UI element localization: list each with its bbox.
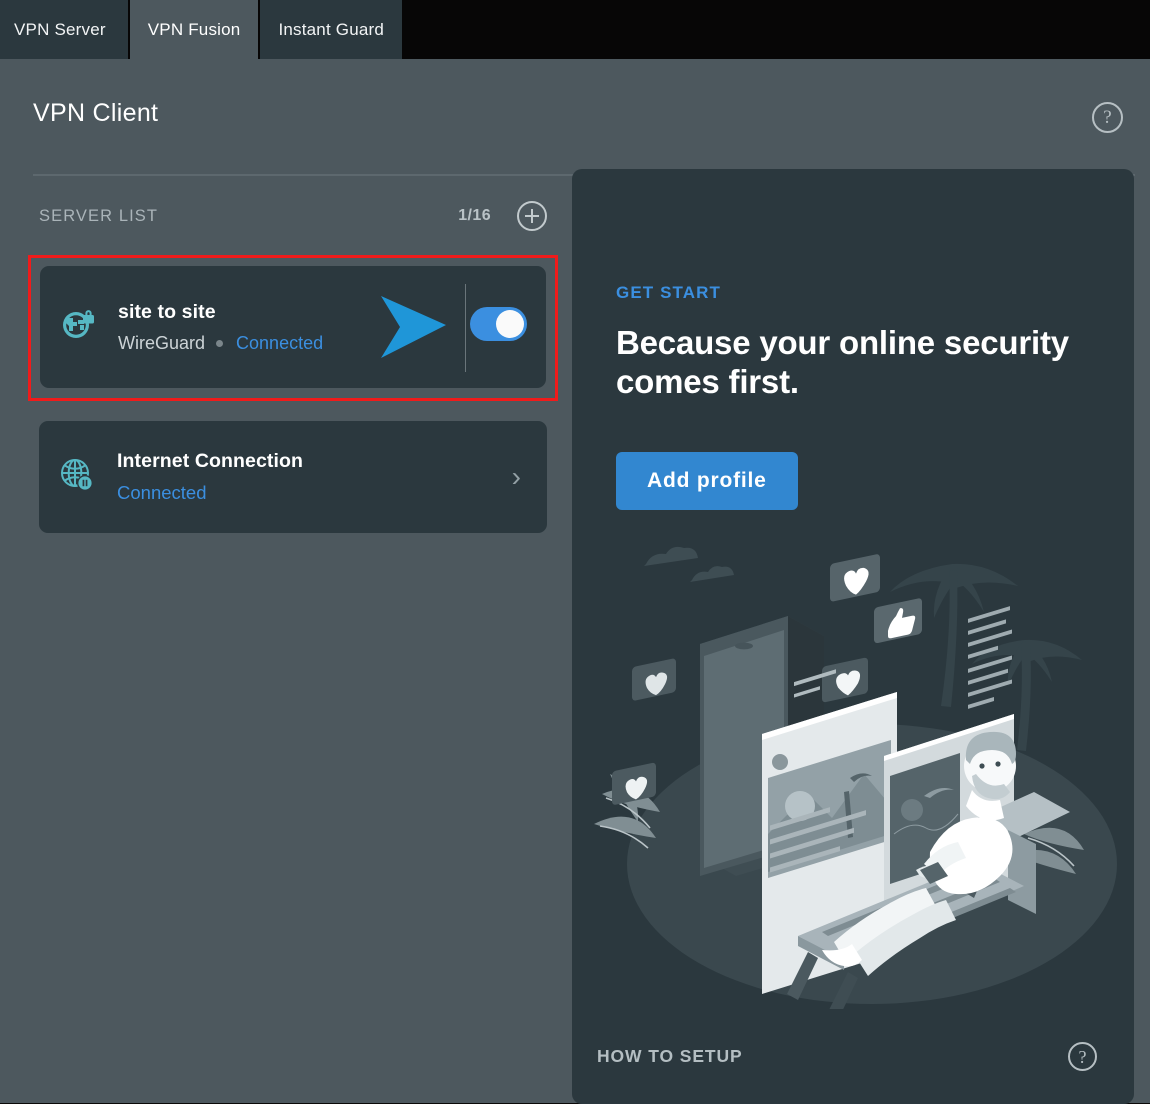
plus-circle-icon[interactable]	[517, 201, 547, 231]
server-card-internet-connection[interactable]: Internet Connection Connected ›	[39, 421, 547, 533]
help-circle-icon[interactable]: ?	[1092, 102, 1123, 133]
server-card-site-to-site[interactable]: site to site WireGuard Connected	[40, 266, 546, 388]
cursor-arrow-icon	[378, 292, 450, 362]
promo-kicker: GET START	[616, 283, 721, 303]
globe-wire-icon	[57, 455, 97, 500]
server-list-count: 1/16	[458, 207, 491, 225]
chevron-right-icon[interactable]: ›	[512, 463, 521, 491]
card-divider	[465, 284, 466, 372]
tab-label: VPN Fusion	[148, 20, 241, 40]
server-meta: WireGuard Connected	[118, 333, 528, 354]
promo-headline: Because your online security comes first…	[616, 324, 1086, 402]
server-toggle-switch[interactable]	[470, 307, 527, 341]
internet-status: Connected	[117, 482, 206, 504]
help-glyph: ?	[1103, 108, 1111, 127]
page-title: VPN Client	[33, 99, 1135, 128]
page-body: VPN Client ? SERVER LIST 1/16	[0, 59, 1150, 1103]
server-card-text: site to site WireGuard Connected	[118, 301, 528, 354]
server-status: Connected	[236, 333, 323, 354]
header-help-button[interactable]: ?	[1092, 102, 1123, 133]
server-list-header: SERVER LIST 1/16	[39, 199, 547, 233]
separator-dot-icon	[216, 340, 223, 347]
add-profile-button[interactable]: Add profile	[616, 452, 798, 510]
tab-label: VPN Server	[14, 20, 106, 40]
server-list-column: SERVER LIST 1/16 site to site	[39, 199, 547, 533]
server-name: site to site	[118, 301, 528, 324]
promo-panel: GET START Because your online security c…	[572, 169, 1134, 1104]
help-circle-icon[interactable]: ?	[1068, 1042, 1097, 1071]
server-protocol: WireGuard	[118, 333, 205, 354]
internet-card-text: Internet Connection Connected	[117, 450, 529, 504]
tab-label: Instant Guard	[278, 20, 384, 40]
tab-vpn-fusion[interactable]: VPN Fusion	[130, 0, 259, 59]
toggle-knob	[496, 310, 524, 338]
how-to-setup-label: HOW TO SETUP	[597, 1046, 1068, 1067]
internet-name: Internet Connection	[117, 450, 529, 473]
internet-meta: Connected	[117, 482, 529, 504]
highlight-box: site to site WireGuard Connected	[28, 255, 558, 401]
promo-footer: HOW TO SETUP ?	[572, 1009, 1134, 1104]
server-list-label: SERVER LIST	[39, 207, 458, 226]
page-header: VPN Client ?	[33, 99, 1135, 176]
tab-vpn-server[interactable]: VPN Server	[0, 0, 128, 59]
help-glyph: ?	[1079, 1048, 1087, 1066]
tab-instant-guard[interactable]: Instant Guard	[260, 0, 402, 59]
promo-illustration	[572, 534, 1134, 1009]
tab-bar: VPN Server VPN Fusion Instant Guard	[0, 0, 1150, 59]
globe-lock-icon	[58, 305, 98, 350]
